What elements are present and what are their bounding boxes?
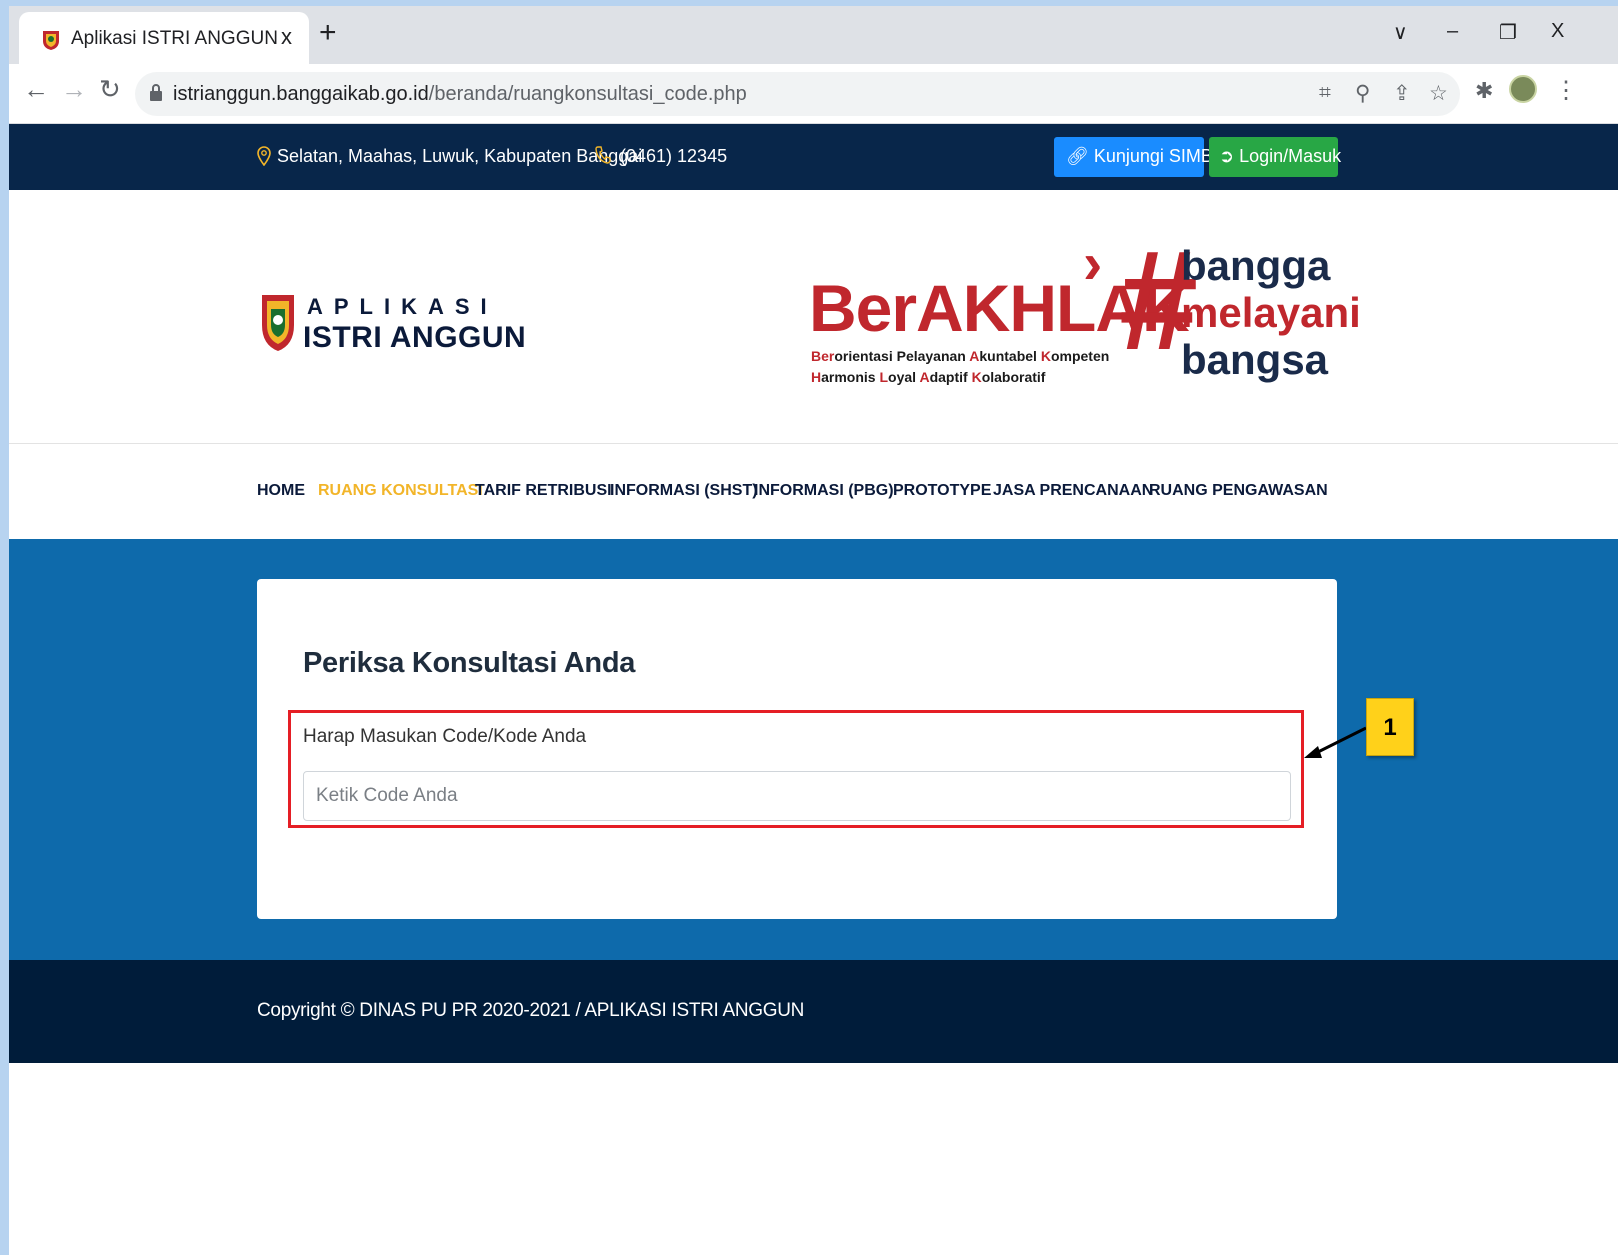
site-footer: Copyright © DINAS PU PR 2020-2021 / APLI… xyxy=(9,960,1618,1063)
tab-search-icon[interactable]: ∨ xyxy=(1393,20,1408,45)
nav-item-ruang-konsultasi[interactable]: RUANG KONSULTASI xyxy=(318,482,483,500)
main-nav: HOME RUANG KONSULTASI TARIF RETRIBUSI IN… xyxy=(9,444,1618,539)
logo-text-top: APLIKASI xyxy=(307,294,498,319)
share-icon[interactable]: ⇪ xyxy=(1393,81,1411,106)
annotation-arrow-icon xyxy=(1304,726,1367,758)
restore-button[interactable]: ❐ xyxy=(1499,20,1517,45)
nav-item-prototype[interactable]: PROTOTYPE xyxy=(893,482,991,500)
url-text: istrianggun.banggaikab.go.id/beranda/rua… xyxy=(173,83,747,105)
kunjungi-simbg-button[interactable]: 🔗︎ Kunjungi SIMBG xyxy=(1054,137,1227,177)
login-button[interactable]: ➲ Login/Masuk xyxy=(1209,137,1341,177)
browser-tab[interactable]: Aplikasi ISTRI ANGGUN x xyxy=(19,12,309,64)
nav-item-home[interactable]: HOME xyxy=(257,482,305,500)
link-icon: 🔗︎ xyxy=(1066,146,1094,166)
berakhlak-sub-line2: Harmonis Loyal Adaptif Kolaboratif xyxy=(811,369,1046,385)
nav-item-tarif-retribusi[interactable]: TARIF RETRIBUSI xyxy=(475,482,612,500)
slogan-text: bangga melayani bangsa xyxy=(1181,242,1361,383)
browser-tab-bar: Aplikasi ISTRI ANGGUN x + ∨ – ❐ X xyxy=(9,6,1618,64)
profile-avatar[interactable] xyxy=(1509,75,1537,103)
lock-icon xyxy=(150,84,162,101)
copyright-text: Copyright © DINAS PU PR 2020-2021 / APLI… xyxy=(257,1000,805,1021)
site-topbar: Selatan, Maahas, Luwuk, Kabupaten Bangga… xyxy=(9,124,1618,190)
address-text: Selatan, Maahas, Luwuk, Kabupaten Bangga… xyxy=(277,146,643,166)
translate-icon[interactable]: ⌗ xyxy=(1319,81,1331,105)
tab-close-icon[interactable]: x xyxy=(281,24,292,50)
close-window-button[interactable]: X xyxy=(1551,20,1564,43)
zoom-icon[interactable]: ⚲ xyxy=(1355,81,1370,106)
new-tab-button[interactable]: + xyxy=(319,18,337,48)
location-pin-icon xyxy=(257,146,271,166)
nav-item-jasa-prencanaan[interactable]: JASA PRENCANAAN xyxy=(993,482,1153,500)
berakhlak-subtitle: Berorientasi Pelayanan Akuntabel Kompete… xyxy=(811,346,1109,388)
annotation-callout: 1 xyxy=(1366,698,1414,756)
berakhlak-sub-line1: Berorientasi Pelayanan Akuntabel Kompete… xyxy=(811,348,1110,364)
nav-item-ruang-pengawasan[interactable]: RUANG PENGAWASAN xyxy=(1149,482,1328,500)
reload-icon[interactable]: ↻ xyxy=(99,76,121,102)
sign-in-icon: ➲ xyxy=(1219,146,1240,166)
phone-icon xyxy=(595,146,611,164)
minimize-button[interactable]: – xyxy=(1447,20,1458,43)
browser-toolbar: ← → ↻ istrianggun.banggaikab.go.id/beran… xyxy=(9,64,1618,124)
puzzle-extension-icon[interactable]: ✱ xyxy=(1475,78,1493,104)
code-field-label: Harap Masukan Code/Kode Anda xyxy=(303,726,587,747)
tab-title: Aplikasi ISTRI ANGGUN xyxy=(71,28,278,49)
logo-emblem-icon[interactable] xyxy=(259,291,297,353)
address-bar[interactable]: istrianggun.banggaikab.go.id/beranda/rua… xyxy=(135,72,1460,116)
phone-text: (0461) 12345 xyxy=(620,146,728,166)
forward-arrow-icon[interactable]: → xyxy=(61,76,87,102)
nav-item-informasi-shst[interactable]: INFORMASI (SHST) xyxy=(610,482,758,500)
logo-text-bottom: ISTRI ANGGUN xyxy=(303,321,527,354)
back-arrow-icon[interactable]: ← xyxy=(23,76,49,102)
site-header: APLIKASI ISTRI ANGGUN › BerAKHLAK Berori… xyxy=(9,190,1618,444)
code-input[interactable] xyxy=(303,771,1291,821)
favicon-emblem-icon xyxy=(43,31,59,50)
nav-item-informasi-pbg[interactable]: INFORMASI (PBG) xyxy=(754,482,894,500)
page-title: Periksa Konsultasi Anda xyxy=(303,647,636,679)
consultation-form-card: Periksa Konsultasi Anda Harap Masukan Co… xyxy=(257,579,1337,919)
kebab-menu-icon[interactable]: ⋮ xyxy=(1554,76,1578,105)
screen-frame-left xyxy=(0,0,9,1255)
star-icon[interactable]: ☆ xyxy=(1429,81,1448,106)
